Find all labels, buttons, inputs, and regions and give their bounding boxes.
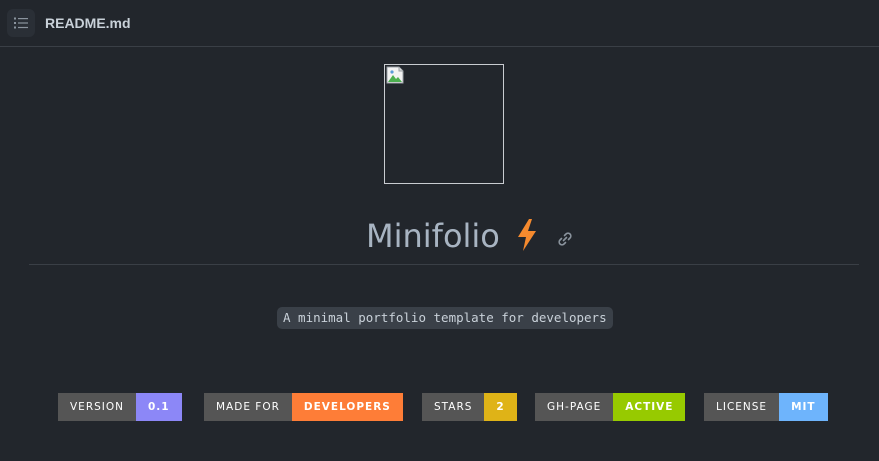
table-of-contents-button[interactable] [7, 9, 35, 37]
broken-image-icon [386, 66, 404, 84]
description-code: A minimal portfolio template for develop… [277, 307, 613, 329]
badge-version[interactable]: VERSION 0.1 [58, 393, 182, 421]
file-name: README.md [45, 15, 131, 31]
badge-label: LICENSE [704, 393, 780, 421]
file-header: README.md [0, 0, 879, 47]
badge-made-for[interactable]: MADE FOR DEVELOPERS [204, 393, 403, 421]
badge-label: MADE FOR [204, 393, 292, 421]
title-row: Minifolio [0, 212, 879, 260]
badge-gh-page[interactable]: GH-PAGE ACTIVE [535, 393, 686, 421]
badge-label: STARS [422, 393, 485, 421]
lightning-bolt-icon [518, 219, 536, 251]
badge-label: GH-PAGE [535, 393, 614, 421]
badge-label: VERSION [58, 393, 136, 421]
badge-value: DEVELOPERS [291, 393, 403, 421]
badge-value: MIT [779, 393, 828, 421]
badge-stars[interactable]: STARS 2 [422, 393, 517, 421]
badge-license[interactable]: LICENSE MIT [704, 393, 828, 421]
page-title: Minifolio [366, 217, 500, 255]
logo-image [384, 64, 504, 184]
badge-value: 0.1 [136, 393, 182, 421]
title-divider [29, 264, 859, 265]
badge-value: 2 [484, 393, 517, 421]
badge-value: ACTIVE [613, 393, 686, 421]
list-icon [14, 17, 28, 29]
link-icon[interactable] [557, 231, 573, 247]
